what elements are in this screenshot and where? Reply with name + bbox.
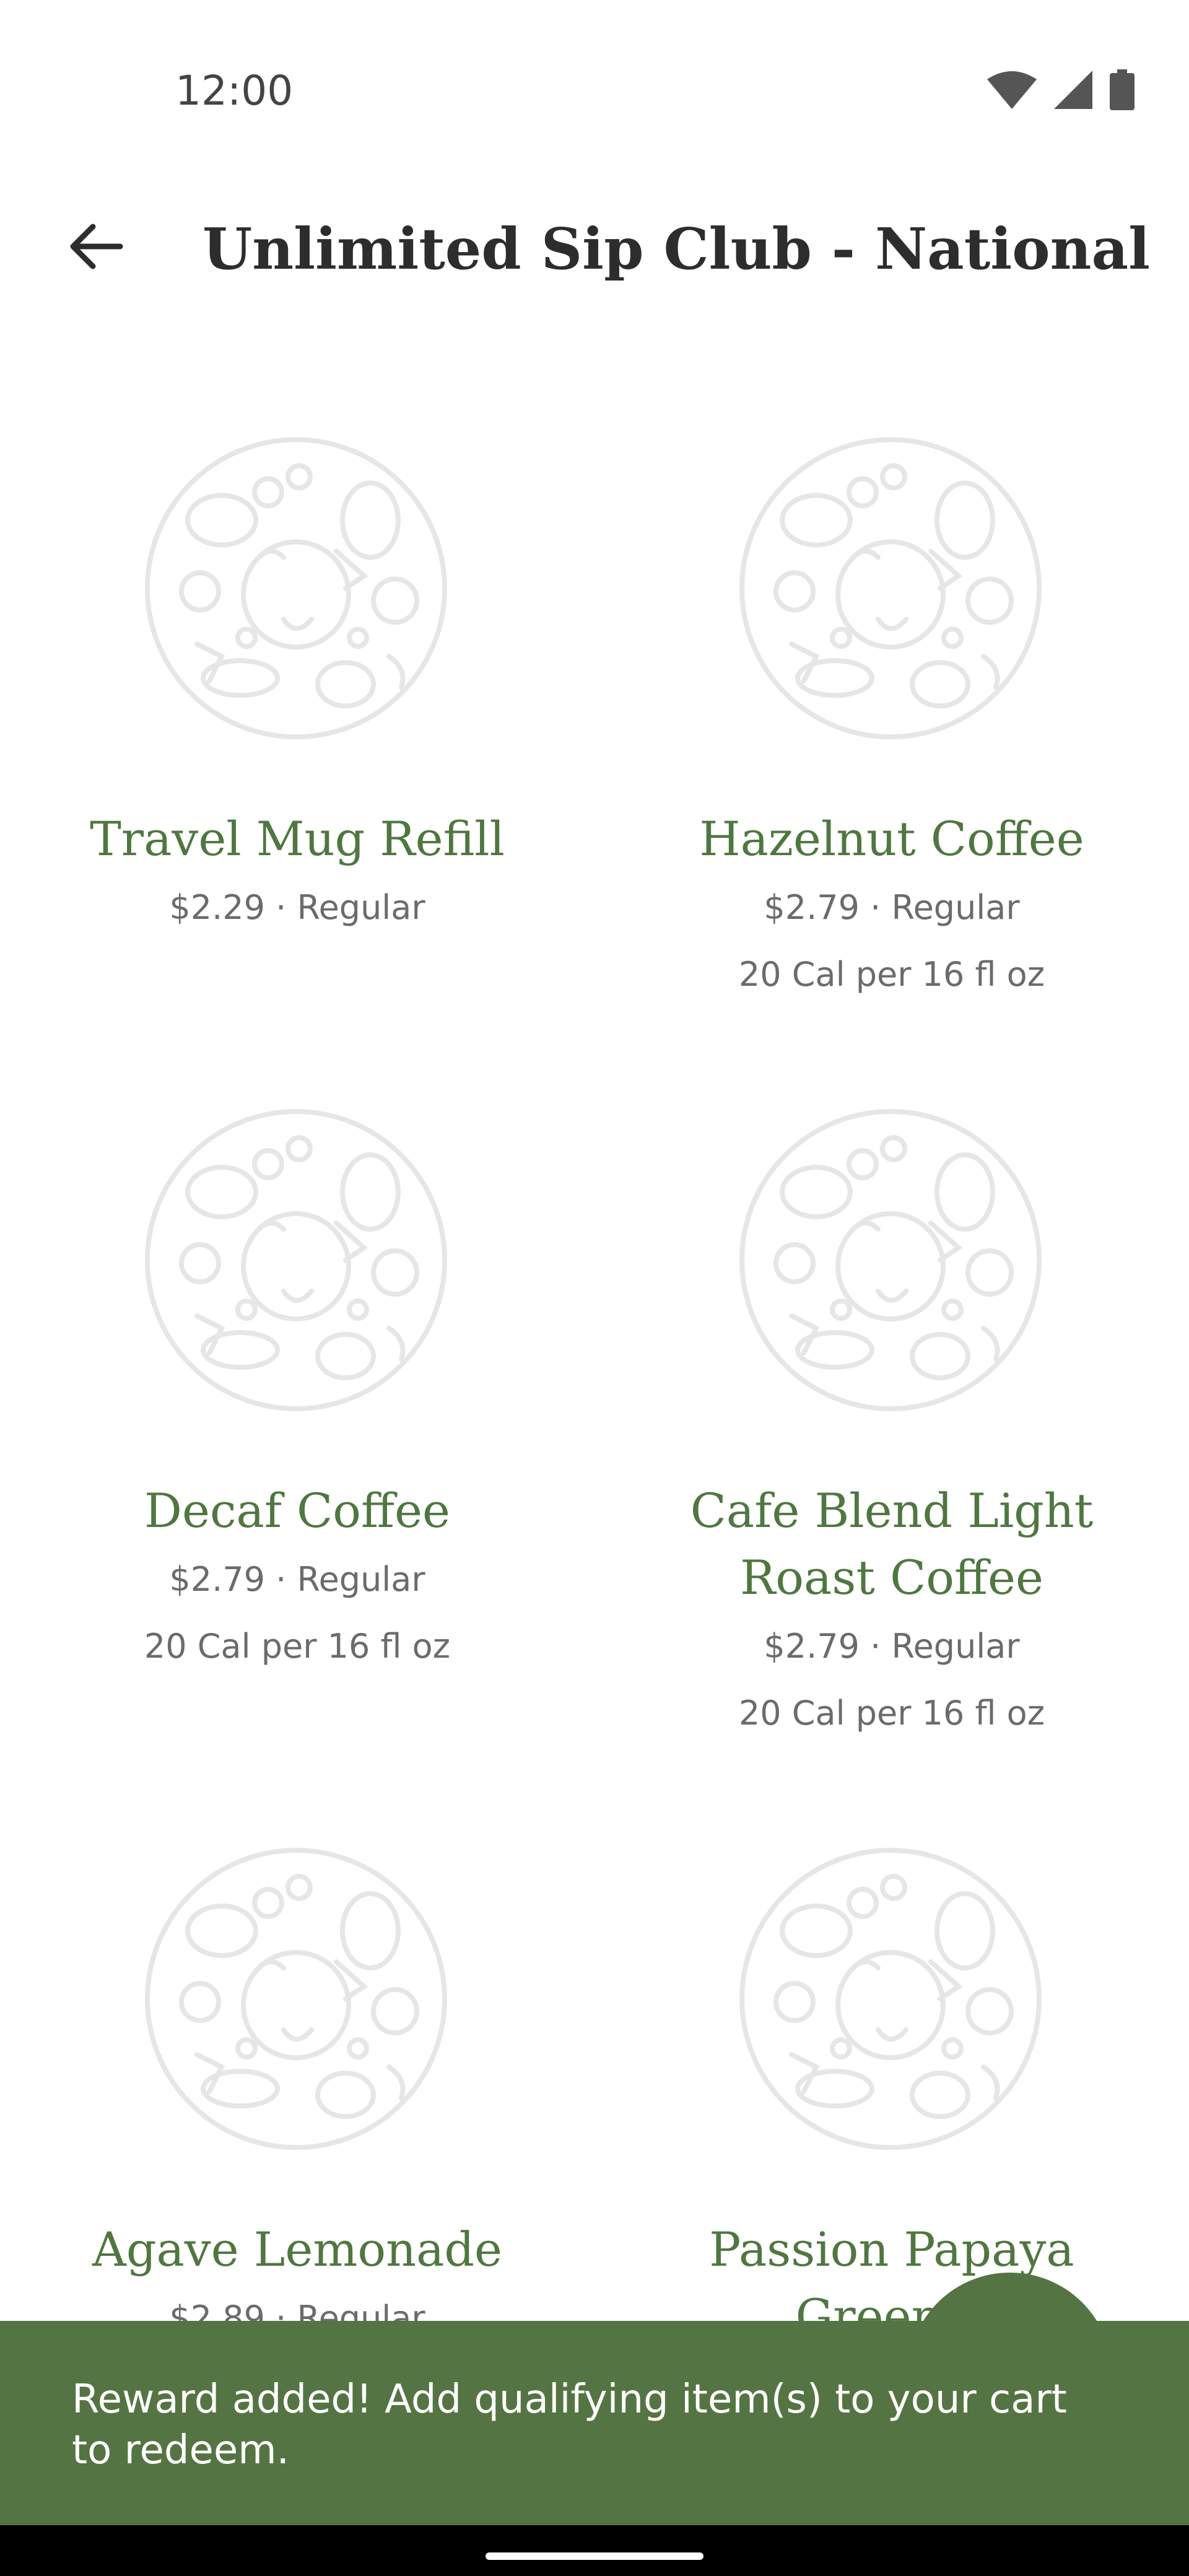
menu-item-card[interactable]: Travel Mug Refill $2.29 · Regular (0, 396, 594, 1065)
status-icons (987, 69, 1135, 113)
item-calories: 20 Cal per 16 fl oz (738, 1694, 1045, 1733)
item-name: Hazelnut Coffee (699, 811, 1084, 866)
arrow-left-icon (68, 222, 124, 274)
food-placeholder-icon (736, 1844, 1045, 2154)
item-name: Agave Lemonade (92, 2222, 503, 2277)
item-price: $2.79 · Regular (764, 888, 1020, 927)
food-placeholder-icon (141, 1105, 451, 1415)
food-placeholder-icon (141, 1844, 451, 2154)
item-calories: 20 Cal per 16 fl oz (144, 1627, 451, 1666)
menu-item-card[interactable]: Agave Lemonade $2.89 · Regular (0, 1807, 594, 2364)
item-name: Decaf Coffee (144, 1483, 450, 1538)
system-nav-bar (0, 2525, 1189, 2576)
snackbar: Reward added! Add qualifying item(s) to … (0, 2321, 1189, 2525)
status-bar: 12:00 (0, 0, 1189, 149)
snackbar-message: Reward added! Add qualifying item(s) to … (72, 2377, 1067, 2473)
menu-item-card[interactable]: Hazelnut Coffee $2.79 · Regular 20 Cal p… (594, 396, 1189, 1065)
item-name-line-2: Roast Coffee (740, 1550, 1043, 1605)
item-price: $2.79 · Regular (169, 1560, 425, 1599)
item-calories: 20 Cal per 16 fl oz (738, 955, 1045, 994)
status-time: 12:00 (175, 67, 294, 115)
app-bar: Unlimited Sip Club - National (0, 186, 1189, 316)
home-gesture-handle[interactable] (486, 2552, 703, 2560)
page-title: Unlimited Sip Club - National (203, 215, 1151, 282)
item-price: $2.29 · Regular (169, 888, 425, 927)
food-placeholder-icon (736, 1105, 1045, 1415)
item-name-line-1: Passion Papaya (709, 2222, 1074, 2277)
menu-item-card[interactable]: Decaf Coffee $2.79 · Regular 20 Cal per … (0, 1068, 594, 1780)
food-placeholder-icon (141, 433, 451, 743)
signal-icon (1054, 71, 1092, 111)
item-name: Travel Mug Refill (90, 811, 505, 866)
menu-item-card[interactable]: Cafe Blend Light Roast Coffee $2.79 · Re… (594, 1068, 1189, 1780)
item-name-line-1: Cafe Blend Light (690, 1483, 1094, 1538)
item-price: $2.79 · Regular (764, 1627, 1020, 1666)
food-placeholder-icon (736, 433, 1045, 743)
wifi-icon (987, 71, 1037, 111)
menu-item-card[interactable]: Passion Papaya Green T (594, 1807, 1189, 2364)
back-button[interactable] (56, 211, 136, 285)
battery-icon (1110, 69, 1135, 113)
